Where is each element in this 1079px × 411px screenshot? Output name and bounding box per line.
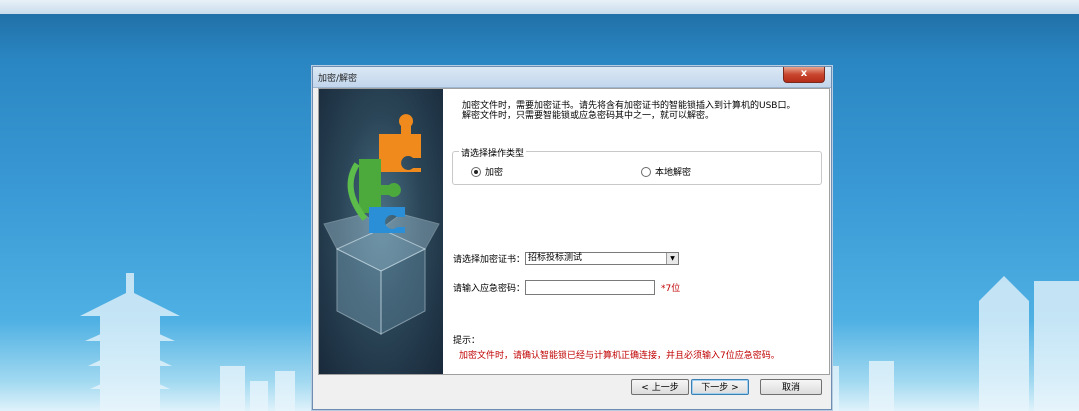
button-bar: < 上一步 下一步 > 取消 bbox=[318, 376, 828, 406]
radio-encrypt-label: 加密 bbox=[485, 168, 504, 178]
password-requirement: *7位 bbox=[661, 284, 681, 294]
encrypt-decrypt-dialog: 加密/解密 x 加密文件时，需要加密证书。请先将含有加密证书的智能锁插入到计算机… bbox=[312, 66, 832, 410]
intro-text: 加密文件时，需要加密证书。请先将含有加密证书的智能锁插入到计算机的USB口。 解… bbox=[462, 101, 822, 121]
operation-type-group: 请选择操作类型 加密 本地解密 bbox=[452, 146, 822, 185]
next-button[interactable]: 下一步 > bbox=[691, 379, 749, 395]
intro-line-decrypt: 解密文件时，只需要智能锁或应急密码其中之一，就可以解密。 bbox=[462, 111, 715, 121]
cancel-button[interactable]: 取消 bbox=[760, 379, 822, 395]
radio-encrypt-indicator[interactable] bbox=[471, 166, 481, 177]
emergency-password-input[interactable] bbox=[525, 280, 656, 295]
close-button[interactable]: x bbox=[783, 67, 825, 83]
cert-label: 请选择加密证书： bbox=[453, 255, 526, 265]
wizard-panel: 加密文件时，需要加密证书。请先将含有加密证书的智能锁插入到计算机的USB口。 解… bbox=[318, 88, 830, 375]
radio-local-decrypt-indicator[interactable] bbox=[641, 166, 651, 177]
radio-local-decrypt[interactable]: 本地解密 bbox=[641, 165, 691, 178]
dialog-title: 加密/解密 bbox=[318, 74, 358, 84]
operation-type-label: 请选择操作类型 bbox=[459, 146, 527, 159]
top-toolbar-strip bbox=[0, 0, 1079, 14]
intro-line-encrypt: 加密文件时，需要加密证书。请先将含有加密证书的智能锁插入到计算机的USB口。 bbox=[462, 101, 796, 111]
cert-select-value: 招标投标测试 bbox=[528, 253, 583, 263]
password-row: 请输入应急密码： *7位 bbox=[453, 280, 680, 295]
dropdown-arrow-icon[interactable]: ▼ bbox=[666, 253, 679, 264]
radio-local-decrypt-label: 本地解密 bbox=[655, 168, 692, 178]
cert-select[interactable]: 招标投标测试 ▼ bbox=[525, 252, 680, 265]
side-banner bbox=[319, 89, 443, 374]
cert-row: 请选择加密证书： 招标投标测试 ▼ bbox=[453, 252, 680, 265]
radio-encrypt[interactable]: 加密 bbox=[471, 165, 503, 178]
puzzle-box-illustration bbox=[323, 114, 440, 335]
dialog-titlebar[interactable]: 加密/解密 x bbox=[313, 67, 831, 88]
password-label: 请输入应急密码： bbox=[453, 284, 526, 294]
close-icon: x bbox=[800, 68, 808, 79]
background-pagoda-image bbox=[80, 273, 295, 411]
tip-text: 加密文件时，请确认智能锁已经与计算机正确连接，并且必须输入7位应急密码。 bbox=[459, 351, 780, 361]
back-button[interactable]: < 上一步 bbox=[631, 379, 689, 395]
tip-label: 提示： bbox=[453, 336, 481, 346]
